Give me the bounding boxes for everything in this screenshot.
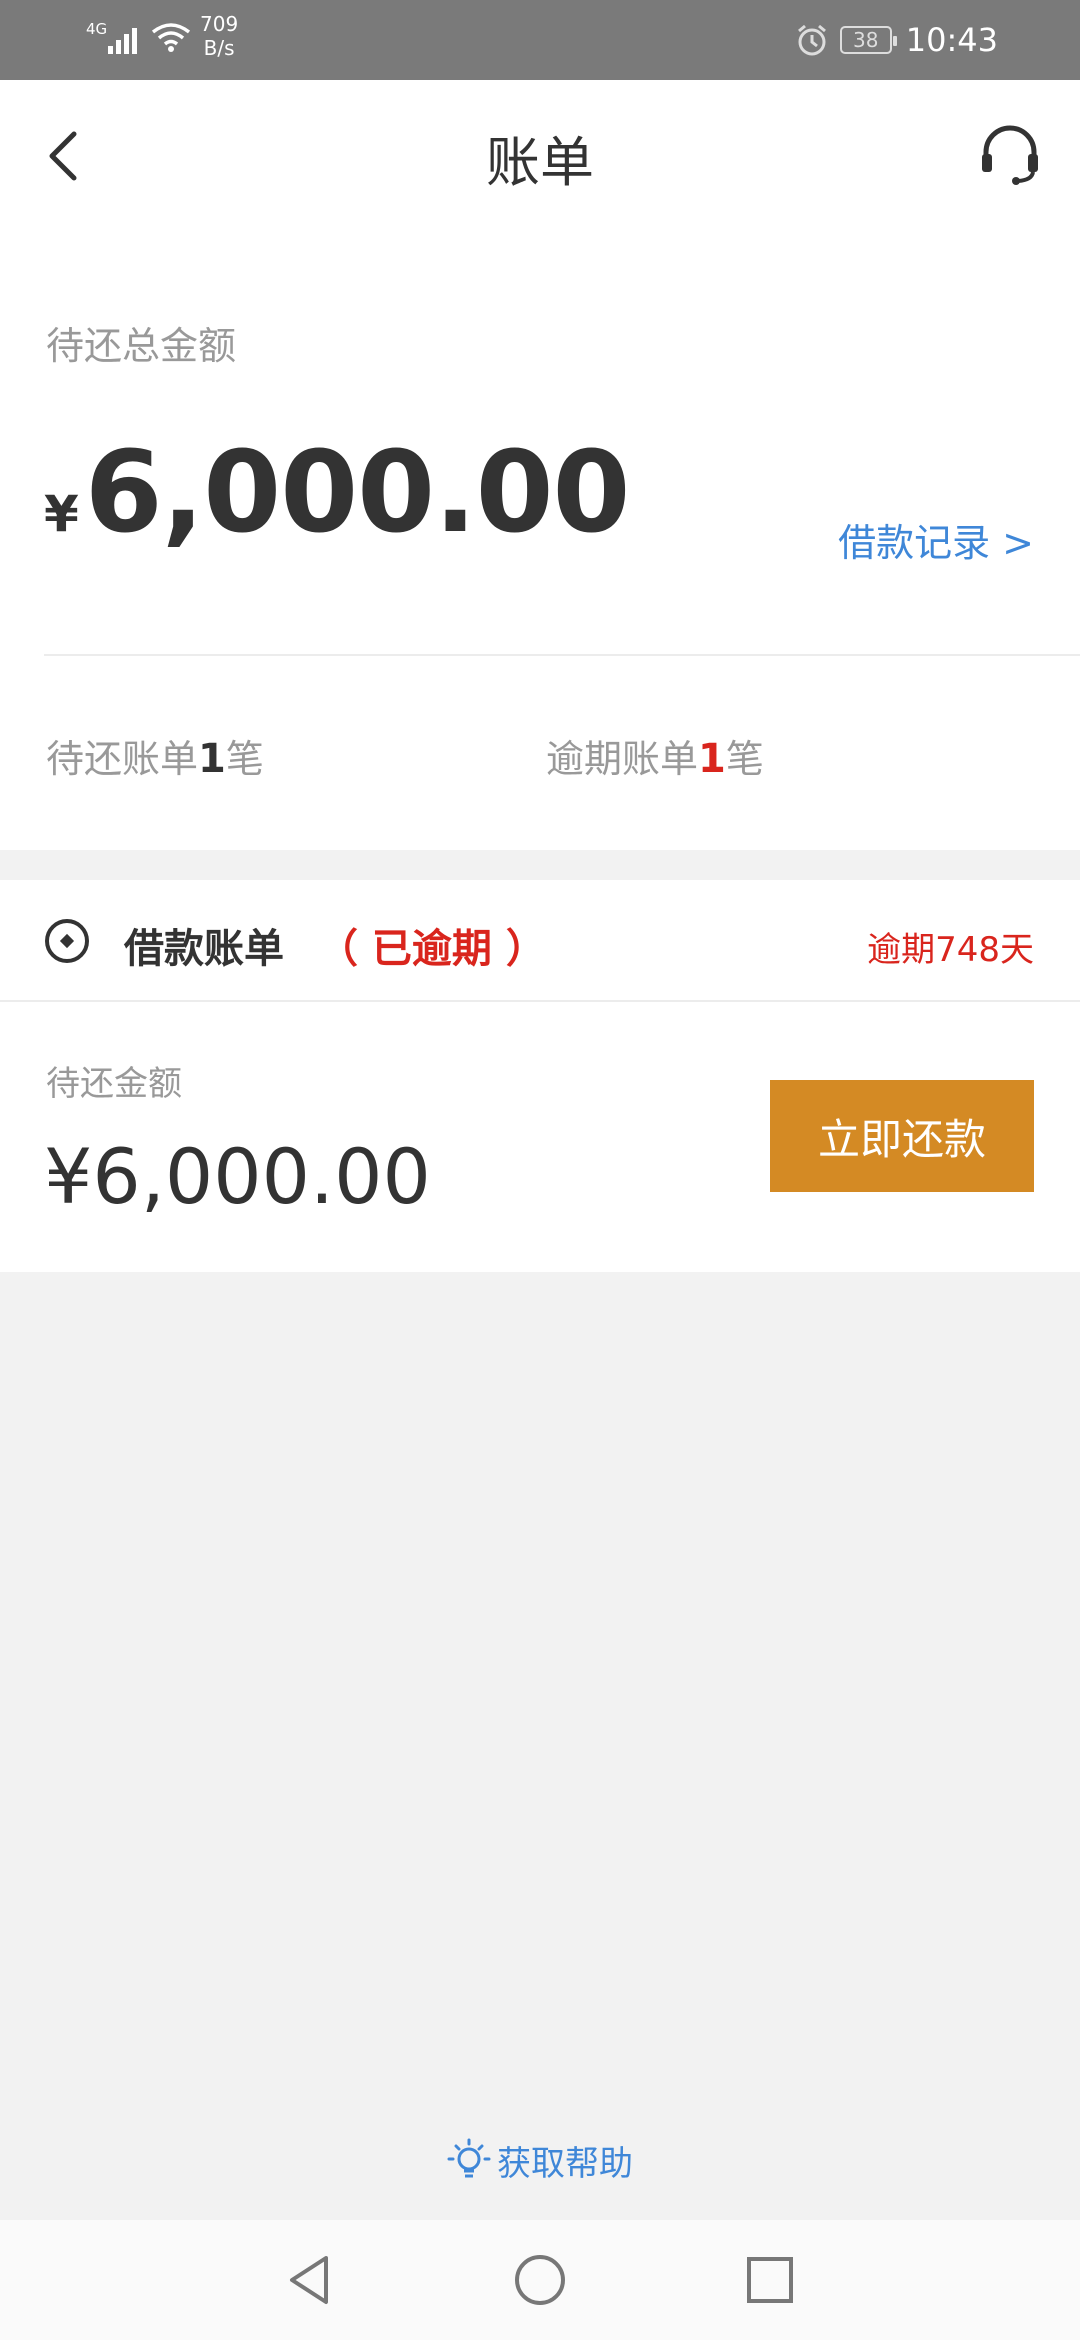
amount-due-label: 待还金额: [46, 1064, 182, 1104]
overdue-suffix: 笔: [725, 737, 764, 781]
total-due-label: 待还总金额: [46, 324, 237, 368]
headset-icon[interactable]: [976, 120, 1044, 188]
total-due-amount: ¥ 6,000.00: [44, 428, 631, 558]
bill-status-badge: （ 已逾期 ）: [318, 926, 546, 972]
clock: 10:43: [905, 21, 998, 59]
nav-recent-apps-icon[interactable]: [740, 2250, 800, 2310]
pending-count: 1: [198, 736, 226, 782]
summary-card: 账单 待还总金额 ¥ 6,000.00 借款记录 > 待还账单1笔 逾期账单1笔: [0, 80, 1080, 850]
divider: [0, 1000, 1080, 1002]
nav-home-icon[interactable]: [510, 2250, 570, 2310]
alarm-icon: [797, 24, 826, 56]
status-right: 38 10:43: [794, 0, 998, 80]
page-title: 账单: [486, 131, 594, 194]
get-help-label: 获取帮助: [497, 2144, 633, 2184]
battery-level: 38: [853, 28, 879, 52]
overdue-bills-count: 逾期账单1笔: [546, 728, 764, 783]
loan-records-link[interactable]: 借款记录 >: [838, 512, 1034, 567]
network-speed: 709 B/s: [200, 12, 238, 60]
network-type: 4G: [86, 20, 108, 38]
loan-bill-card[interactable]: 借款账单 （ 已逾期 ） 逾期748天 待还金额 ¥6,000.00 立即还款: [0, 880, 1080, 1272]
bill-title: 借款账单: [124, 926, 284, 972]
speed-value: 709: [200, 12, 239, 36]
coin-icon: [45, 919, 89, 963]
lightbulb-icon: [447, 2138, 491, 2177]
overdue-days: 逾期748天: [867, 930, 1034, 970]
get-help-link[interactable]: 获取帮助: [0, 2136, 1080, 2185]
currency-symbol: ¥: [44, 485, 79, 543]
system-nav-bar: [0, 2220, 1080, 2340]
wifi-icon: [151, 23, 191, 52]
repay-now-button[interactable]: 立即还款: [770, 1080, 1034, 1192]
total-due-value: 6,000.00: [84, 428, 631, 558]
pending-suffix: 笔: [225, 737, 264, 781]
nav-back-icon[interactable]: [280, 2250, 340, 2310]
status-bar: 4G 709 B/s 38 10:43: [0, 0, 1080, 80]
overdue-prefix: 逾期账单: [546, 737, 699, 781]
divider: [44, 654, 1080, 656]
amount-due-value: ¥6,000.00: [44, 1132, 431, 1221]
signal-icon: [108, 28, 137, 54]
overdue-count: 1: [698, 736, 726, 782]
pending-prefix: 待还账单: [46, 737, 199, 781]
speed-unit: B/s: [203, 36, 235, 60]
pending-bills-count: 待还账单1笔: [46, 728, 264, 783]
battery-indicator: 38: [839, 26, 897, 54]
